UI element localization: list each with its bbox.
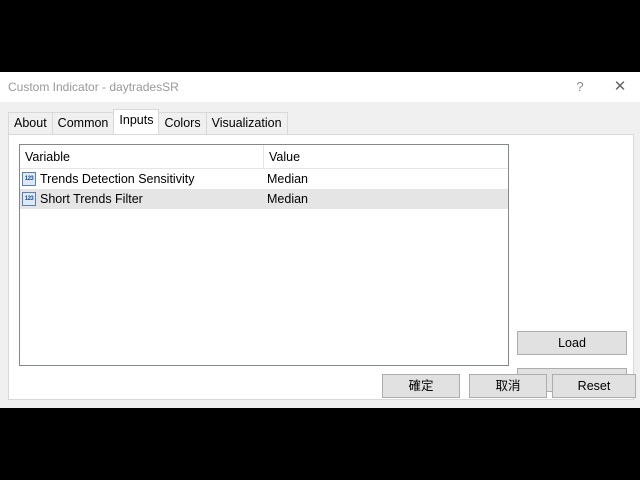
numeric-input-icon: 123 [22, 172, 36, 186]
table-row[interactable]: 123 Trends Detection Sensitivity Median [20, 169, 508, 189]
variable-name: Trends Detection Sensitivity [40, 172, 195, 186]
tab-common[interactable]: Common [51, 112, 115, 134]
variable-value[interactable]: Median [267, 169, 308, 189]
custom-indicator-dialog: Custom Indicator - daytradesSR ? ✕ About… [0, 72, 640, 408]
numeric-input-icon: 123 [22, 192, 36, 206]
tab-visualization[interactable]: Visualization [205, 112, 288, 134]
list-header: Variable Value [20, 145, 508, 169]
inputs-panel: Variable Value 123 Trends Detection Sens… [8, 134, 634, 400]
tab-inputs[interactable]: Inputs [113, 109, 160, 134]
reset-button[interactable]: Reset [552, 374, 636, 398]
dialog-body: About Common Inputs Colors Visualization… [0, 102, 640, 408]
column-header-value[interactable]: Value [264, 145, 508, 169]
variable-value[interactable]: Median [267, 189, 308, 209]
window-title: Custom Indicator - daytradesSR [8, 80, 179, 94]
inputs-list[interactable]: Variable Value 123 Trends Detection Sens… [19, 144, 509, 366]
tab-colors[interactable]: Colors [158, 112, 207, 134]
column-header-variable[interactable]: Variable [20, 145, 264, 169]
load-button[interactable]: Load [517, 331, 627, 355]
tab-about[interactable]: About [8, 112, 53, 134]
variable-name: Short Trends Filter [40, 192, 143, 206]
close-icon[interactable]: ✕ [609, 77, 631, 97]
tab-strip: About Common Inputs Colors Visualization [8, 109, 288, 134]
table-row[interactable]: 123 Short Trends Filter Median [20, 189, 508, 209]
help-icon[interactable]: ? [570, 77, 590, 97]
title-bar: Custom Indicator - daytradesSR ? ✕ [0, 72, 640, 102]
ok-button[interactable]: 確定 [382, 374, 460, 398]
cancel-button[interactable]: 取消 [469, 374, 547, 398]
